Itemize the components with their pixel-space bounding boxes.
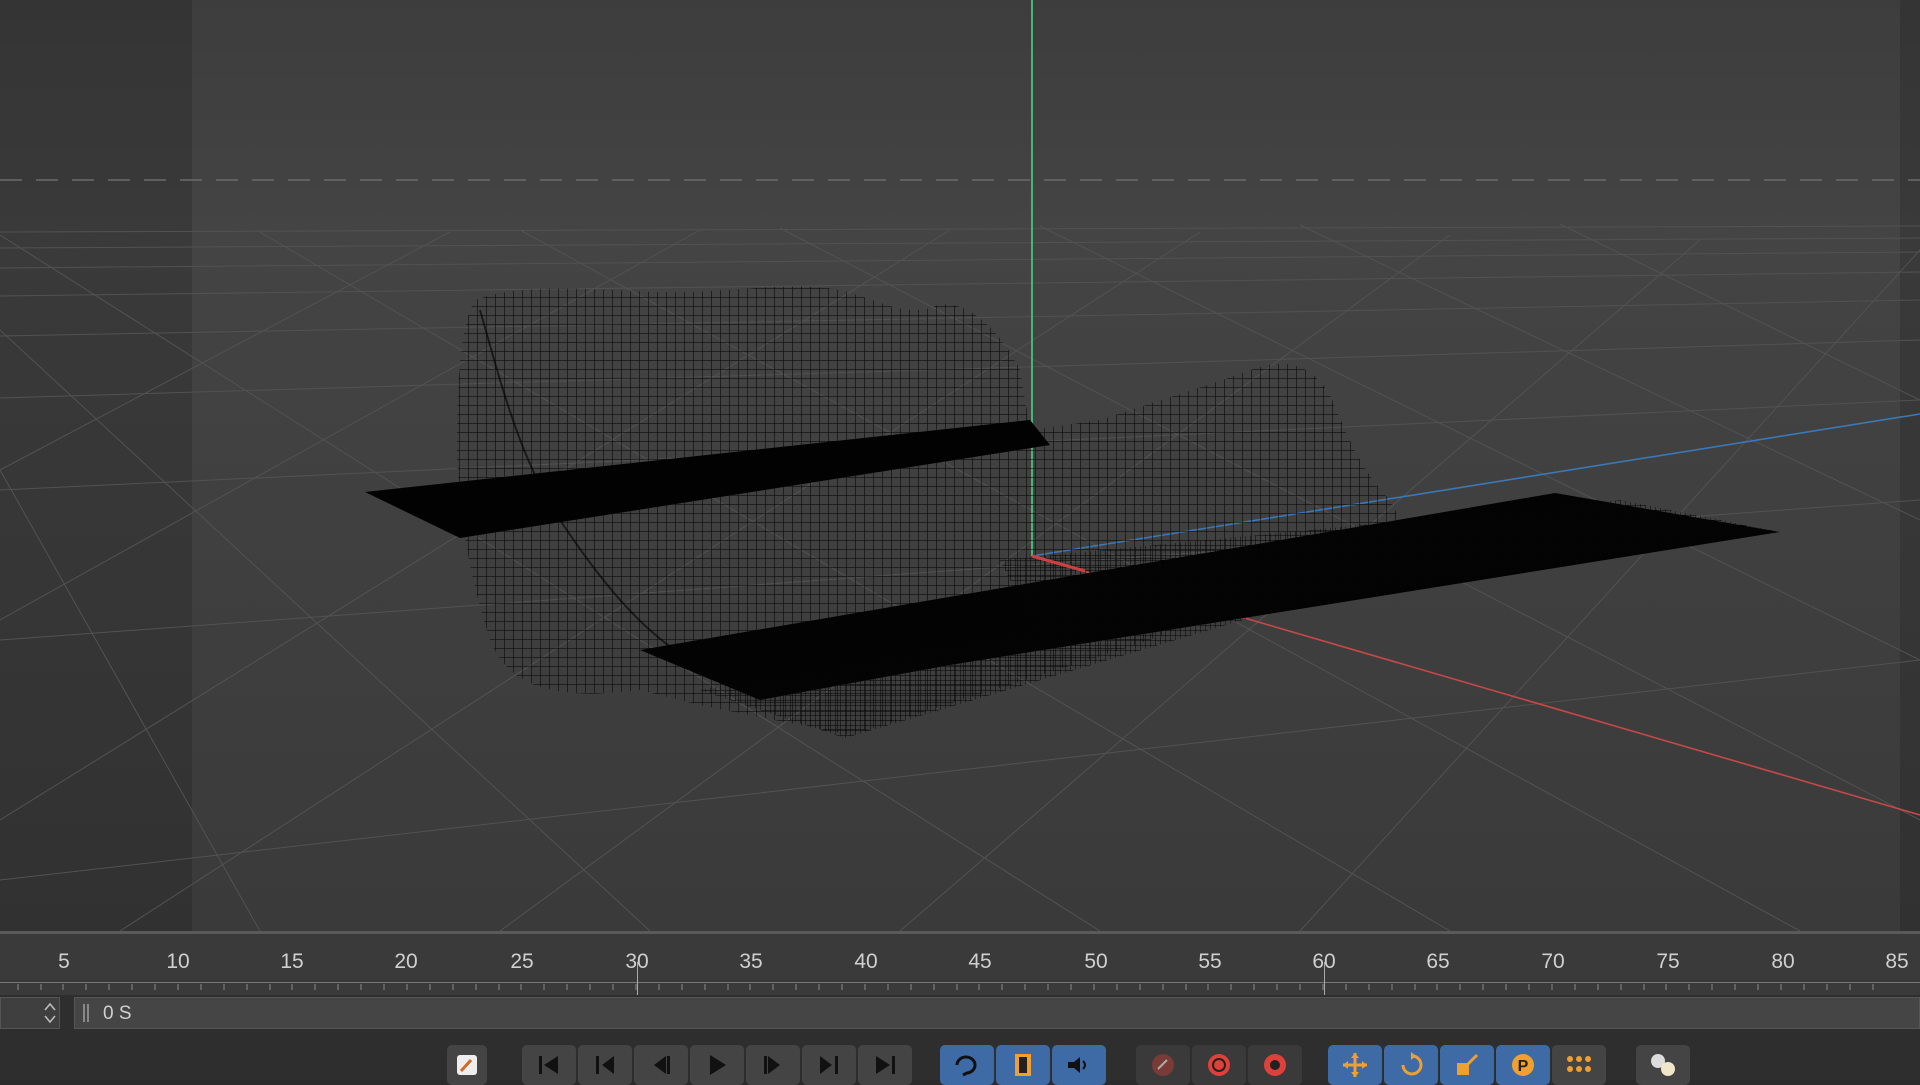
keyframe-settings-icon [1264,1054,1286,1076]
time-field-handle-icon[interactable] [83,1004,89,1022]
points-button[interactable] [1552,1045,1606,1085]
viewport-scene [0,0,1920,931]
timeline-tick: 80 [1771,950,1795,973]
rotate-button[interactable] [1384,1045,1438,1085]
previous-frame-icon [654,1056,670,1074]
timeline-tick: 45 [968,950,992,973]
move-button[interactable] [1328,1045,1382,1085]
interpolation-button[interactable] [1636,1045,1690,1085]
autokey-button[interactable] [1192,1045,1246,1085]
next-key-button[interactable] [802,1045,856,1085]
loop-button[interactable] [940,1045,994,1085]
go-to-start-icon [539,1056,558,1074]
parameter-button[interactable]: P [1496,1045,1550,1085]
interpolation-icon [1651,1054,1675,1076]
scale-button[interactable] [1440,1045,1494,1085]
previous-key-button[interactable] [578,1045,632,1085]
ruler-marker [637,962,638,996]
timeline-tick: 20 [394,950,418,973]
timeline-tick: 25 [510,950,534,973]
spinner-arrows-icon[interactable] [43,1000,57,1026]
play-button[interactable] [690,1045,744,1085]
edit-group [447,1045,487,1085]
film-icon [1015,1054,1031,1076]
timeline-tick: 65 [1426,950,1450,973]
current-time-field[interactable]: 0 S [74,997,1920,1029]
safe-frame-left [0,0,192,931]
rotate-icon [1401,1052,1423,1076]
mode-group [940,1045,1106,1085]
sound-icon [1068,1057,1086,1073]
go-to-end-icon [876,1056,895,1074]
keyframe-settings-button[interactable] [1248,1045,1302,1085]
timeline-tick: 75 [1656,950,1680,973]
timeline-tick: 70 [1541,950,1565,973]
timeline-tick: 10 [166,950,190,973]
record-group [1136,1045,1302,1085]
ruler-marker [1324,962,1325,996]
svg-text:P: P [1518,1058,1529,1075]
next-frame-button[interactable] [746,1045,800,1085]
time-row: 0 S [0,995,1920,1031]
bone-brush-icon [457,1055,477,1075]
previous-frame-button[interactable] [634,1045,688,1085]
transform-group: P [1328,1045,1606,1085]
parameter-icon: P [1512,1054,1534,1076]
loop-icon [955,1055,977,1077]
safe-frame-right [1900,0,1920,931]
go-to-start-button[interactable] [522,1045,576,1085]
animation-toolbar: P [0,1031,1920,1085]
timeline-tick: 35 [739,950,763,973]
bone-brush-button[interactable] [447,1045,487,1085]
timeline-tick: 15 [280,950,304,973]
timeline-tick: 85 [1885,950,1909,973]
sound-button[interactable] [1052,1045,1106,1085]
3d-viewport[interactable] [0,0,1920,931]
record-key-button[interactable] [1136,1045,1190,1085]
frame-spinner[interactable] [0,997,60,1029]
ruler-minor-ticks [17,984,1874,990]
timeline-tick: 40 [854,950,878,973]
playback-group [522,1045,912,1085]
scale-icon [1457,1053,1479,1075]
timeline-tick: 50 [1084,950,1108,973]
timeline-tick: 55 [1198,950,1222,973]
play-icon [710,1055,726,1075]
film-button[interactable] [996,1045,1050,1085]
next-frame-icon [764,1056,780,1074]
extra-group [1636,1045,1690,1085]
previous-key-icon [596,1056,614,1074]
timeline-tick: 5 [58,950,70,973]
points-icon [1567,1056,1591,1072]
go-to-end-button[interactable] [858,1045,912,1085]
autokey-icon [1208,1054,1230,1076]
record-key-icon [1152,1054,1174,1076]
move-icon [1343,1053,1367,1077]
next-key-icon [820,1056,838,1074]
current-time-value: 0 S [103,1003,132,1024]
timeline-ruler[interactable]: 5 10 15 20 25 30 35 40 45 50 55 60 65 70… [0,931,1920,996]
